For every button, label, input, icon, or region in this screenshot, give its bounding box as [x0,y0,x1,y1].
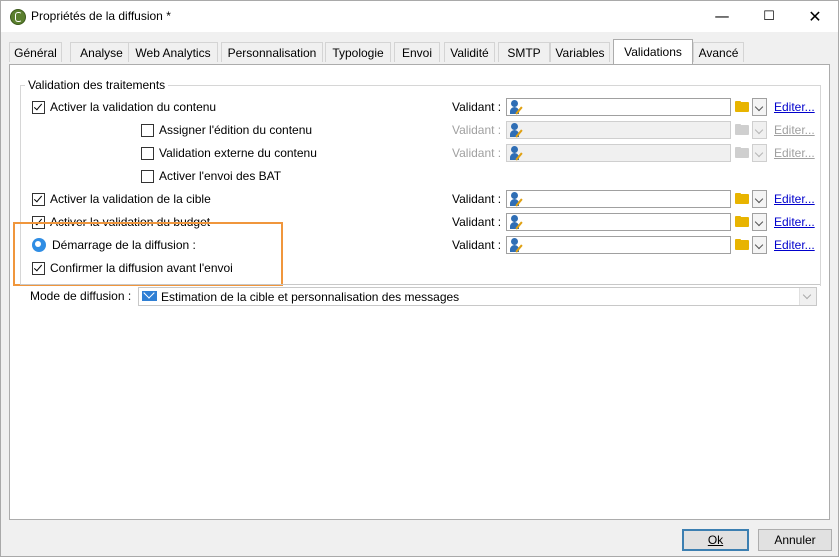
folder-icon [735,147,749,158]
ok-label: Ok [707,533,724,547]
ok-button[interactable]: Ok [682,529,749,551]
tab-variables[interactable]: Variables [550,42,610,62]
external-validant-field[interactable] [506,144,731,162]
external-validant-dropdown [752,144,767,162]
folder-icon[interactable] [735,216,749,227]
tab-web-analytics[interactable]: Web Analytics [128,42,218,62]
window-title: Propriétés de la diffusion * [31,9,171,23]
person-edit-icon [510,215,523,230]
cancel-button[interactable]: Annuler [758,529,832,551]
folder-icon[interactable] [735,101,749,112]
validant-label: Validant : [452,146,502,160]
assign-edit-label: Assigner l'édition du contenu [159,123,313,137]
highlight-box [13,222,283,286]
target-validation-row[interactable]: Activer la validation de la cible [32,190,211,208]
proof-sending-label: Activer l'envoi des BAT [159,169,282,183]
external-validation-label: Validation externe du contenu [159,146,317,160]
target-validant-field[interactable] [506,190,731,208]
validant-label: Validant : [452,238,502,252]
group-label: Validation des traitements [25,78,169,92]
target-edit-link[interactable]: Editer... [774,192,815,206]
tab-typologie[interactable]: Typologie [325,42,391,62]
tab-validite[interactable]: Validité [444,42,495,62]
validant-label: Validant : [452,215,502,229]
assign-validant-dropdown [752,121,767,139]
person-edit-icon [510,192,523,207]
external-validation-checkbox[interactable] [141,146,154,160]
validant-label: Validant : [452,123,502,137]
delivery-mode-label: Mode de diffusion : [30,289,132,303]
assign-validant-field[interactable] [506,121,731,139]
content-validant-field[interactable] [506,98,731,116]
person-edit-icon [510,123,523,138]
properties-dialog: Propriétés de la diffusion * — ☐ ✕ Génér… [0,0,839,557]
delivery-mode-select[interactable]: Estimation de la cible et personnalisati… [138,287,817,306]
proof-sending-row[interactable]: Activer l'envoi des BAT [141,167,281,185]
content-edit-link[interactable]: Editer... [774,100,815,114]
tab-general[interactable]: Général [9,42,62,62]
validant-label: Validant : [452,192,502,206]
title-bar: Propriétés de la diffusion * — ☐ ✕ [1,1,838,32]
content-validation-row[interactable]: Activer la validation du contenu [32,98,216,116]
content-validation-label: Activer la validation du contenu [50,100,217,114]
start-edit-link[interactable]: Editer... [774,238,815,252]
external-validation-row[interactable]: Validation externe du contenu [141,144,317,162]
validant-label: Validant : [452,100,502,114]
person-edit-icon [510,100,523,115]
minimize-button[interactable]: — [699,1,745,32]
tab-envoi[interactable]: Envoi [394,42,440,62]
budget-validant-dropdown[interactable] [752,213,767,231]
content-validant-dropdown[interactable] [752,98,767,116]
assign-edit-checkbox[interactable] [141,123,154,137]
folder-icon[interactable] [735,239,749,250]
assign-edit-row[interactable]: Assigner l'édition du contenu [141,121,312,139]
person-edit-icon [510,238,523,253]
tab-smtp[interactable]: SMTP [498,42,550,62]
target-validant-dropdown[interactable] [752,190,767,208]
tab-personnalisation[interactable]: Personnalisation [221,42,323,62]
close-button[interactable]: ✕ [792,1,838,32]
start-validant-dropdown[interactable] [752,236,767,254]
external-edit-link: Editer... [774,146,815,160]
folder-icon [735,124,749,135]
app-icon [10,9,26,25]
target-validation-label: Activer la validation de la cible [50,192,211,206]
assign-edit-link: Editer... [774,123,815,137]
budget-edit-link[interactable]: Editer... [774,215,815,229]
delivery-mode-value: Estimation de la cible et personnalisati… [161,290,460,304]
maximize-button[interactable]: ☐ [746,1,792,32]
separator [20,284,820,285]
cancel-label: Annuler [774,533,816,547]
tab-validations[interactable]: Validations [613,39,693,64]
mail-icon [142,291,157,301]
folder-icon[interactable] [735,193,749,204]
target-validation-checkbox[interactable] [32,192,45,206]
tab-avance[interactable]: Avancé [693,42,744,62]
chevron-down-icon[interactable] [799,288,816,305]
content-validation-checkbox[interactable] [32,100,45,114]
start-validant-field[interactable] [506,236,731,254]
proof-sending-checkbox[interactable] [141,169,154,183]
person-edit-icon [510,146,523,161]
tab-analyse[interactable]: Analyse [70,42,133,62]
budget-validant-field[interactable] [506,213,731,231]
